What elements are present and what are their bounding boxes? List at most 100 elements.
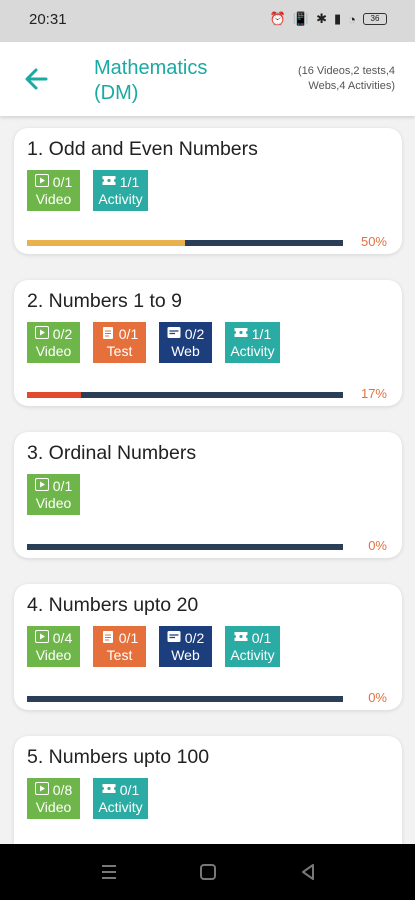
play-square-icon <box>34 630 49 647</box>
play-square-icon <box>34 326 49 343</box>
badge-count: 0/1 <box>118 326 139 342</box>
badge-count: 1/1 <box>119 174 140 190</box>
badge-label: Video <box>35 495 72 511</box>
play-square-icon <box>34 478 49 495</box>
chapter-card[interactable]: 5. Numbers upto 1000/8Video0/1Activity0% <box>14 736 402 844</box>
progress-fill <box>27 240 185 246</box>
progress-bar <box>27 696 343 702</box>
ticket-icon <box>234 326 248 343</box>
progress-fill <box>27 392 81 398</box>
resource-badges: 0/1 Video 1/1 Activity <box>27 170 148 211</box>
vibrate-icon: 📳 <box>292 11 310 26</box>
home-icon[interactable] <box>195 859 221 885</box>
web-badge[interactable]: 0/2 Web <box>159 626 212 667</box>
ticket-icon <box>234 630 248 647</box>
badge-label: Web <box>171 647 200 663</box>
chapter-title: 2. Numbers 1 to 9 <box>27 290 182 312</box>
content-summary: (16 Videos,2 tests,4 Webs,4 Activities) <box>297 65 395 92</box>
badge-label: Video <box>35 647 72 663</box>
video-badge[interactable]: 0/1 Video <box>27 170 80 211</box>
video-badge-count-row: 0/2 <box>30 326 77 343</box>
video-badge-count-row: 0/1 <box>30 478 77 495</box>
video-badge-count-row: 0/4 <box>30 630 77 647</box>
activity-badge[interactable]: 1/1 Activity <box>93 170 148 211</box>
test-badge-count-row: 0/1 <box>96 630 143 647</box>
video-badge[interactable]: 0/8 Video <box>27 778 80 819</box>
badge-count: 0/1 <box>52 174 73 190</box>
page-title: Mathematics (DM) <box>94 57 208 104</box>
activity-badge-count-row: 0/1 <box>96 782 145 799</box>
activity-badge-count-row: 1/1 <box>228 326 277 343</box>
web-badge-count-row: 0/2 <box>162 326 209 343</box>
progress-bar <box>27 392 343 398</box>
badge-count: 0/2 <box>184 326 205 342</box>
badge-count: 0/4 <box>52 630 73 646</box>
chapter-card[interactable]: 4. Numbers upto 20 0/4 Video 0/1 Test 0/2 Web 0… <box>14 584 402 710</box>
chapter-title: 3. Ordinal Numbers <box>27 442 197 464</box>
bluetooth-icon: ✱ <box>316 11 327 26</box>
test-badge[interactable]: 0/1 Test <box>93 322 146 363</box>
chapter-card[interactable]: 3. Ordinal Numbers 0/1 Video 0% <box>14 432 402 558</box>
resource-badges: 0/2 Video 0/1 Test 0/2 Web 1/1 Activity <box>27 322 280 363</box>
chapter-title: 1. Odd and Even Numbers <box>27 138 258 160</box>
ticket-icon <box>102 174 116 191</box>
chapter-title: 4. Numbers upto 20 <box>27 594 199 616</box>
app-header: Mathematics (DM) (16 Videos,2 tests,4 We… <box>0 42 415 116</box>
activity-badge[interactable]: 0/1 Activity <box>93 778 148 819</box>
progress-bar <box>27 544 343 550</box>
chapter-list: 1. Odd and Even Numbers 0/1 Video 1/1 Activi… <box>0 116 415 844</box>
badge-count: 1/1 <box>251 326 272 342</box>
badge-label: Activity <box>230 647 275 663</box>
ticket-icon <box>102 782 116 799</box>
chapter-title: 5. Numbers upto 100 <box>27 746 210 768</box>
badge-label: Video <box>35 343 72 359</box>
progress-percent: 0% <box>368 538 387 553</box>
resource-badges: 0/1 Video <box>27 474 80 515</box>
alarm-icon: ⏰ <box>269 11 286 26</box>
test-badge[interactable]: 0/1 Test <box>93 626 146 667</box>
clipboard-icon <box>101 630 115 647</box>
clipboard-icon <box>101 326 115 343</box>
badge-count: 0/1 <box>251 630 272 646</box>
progress-percent: 17% <box>360 386 387 401</box>
badge-label: Web <box>171 343 200 359</box>
battery-icon: 36 <box>363 13 387 25</box>
back-nav-icon[interactable] <box>295 859 321 885</box>
recent-apps-icon[interactable] <box>96 859 122 885</box>
system-nav-bar <box>0 844 415 900</box>
chapter-card[interactable]: 2. Numbers 1 to 9 0/2 Video 0/1 Test 0/2 Web 1/… <box>14 280 402 406</box>
status-bar: 20:31 ⏰ 📳 ✱ ▮ ◔ 36 <box>0 0 415 42</box>
play-square-icon <box>34 782 49 799</box>
back-arrow-icon[interactable] <box>22 64 52 94</box>
video-badge[interactable]: 0/1 Video <box>27 474 80 515</box>
activity-badge[interactable]: 1/1 Activity <box>225 322 280 363</box>
badge-label: Activity <box>230 343 275 359</box>
play-square-icon <box>34 174 49 191</box>
badge-label: Video <box>35 799 72 815</box>
progress-bar <box>27 240 343 246</box>
badge-count: 0/2 <box>52 326 73 342</box>
video-badge[interactable]: 0/2 Video <box>27 322 80 363</box>
progress-percent: 0% <box>368 690 387 705</box>
video-badge-count-row: 0/8 <box>30 782 77 799</box>
wifi-icon: ◔ <box>348 11 356 27</box>
badge-count: 0/1 <box>119 782 140 798</box>
status-icons: ⏰ 📳 ✱ ▮ ◔ 36 <box>270 11 387 27</box>
web-badge[interactable]: 0/2 Web <box>159 322 212 363</box>
video-badge[interactable]: 0/4 Video <box>27 626 80 667</box>
test-badge-count-row: 0/1 <box>96 326 143 343</box>
activity-badge-count-row: 1/1 <box>96 174 145 191</box>
badge-count: 0/2 <box>184 630 205 646</box>
badge-count: 0/1 <box>52 478 73 494</box>
badge-label: Test <box>106 343 133 359</box>
badge-label: Activity <box>98 191 143 207</box>
video-badge-count-row: 0/1 <box>30 174 77 191</box>
resource-badges: 0/4 Video 0/1 Test 0/2 Web 0/1 Activity <box>27 626 280 667</box>
activity-badge[interactable]: 0/1 Activity <box>225 626 280 667</box>
badge-label: Test <box>106 647 133 663</box>
chapter-card[interactable]: 1. Odd and Even Numbers 0/1 Video 1/1 Activi… <box>14 128 402 254</box>
badge-label: Video <box>35 191 72 207</box>
status-time: 20:31 <box>29 11 67 28</box>
badge-count: 0/8 <box>52 782 73 798</box>
web-badge-count-row: 0/2 <box>162 630 209 647</box>
